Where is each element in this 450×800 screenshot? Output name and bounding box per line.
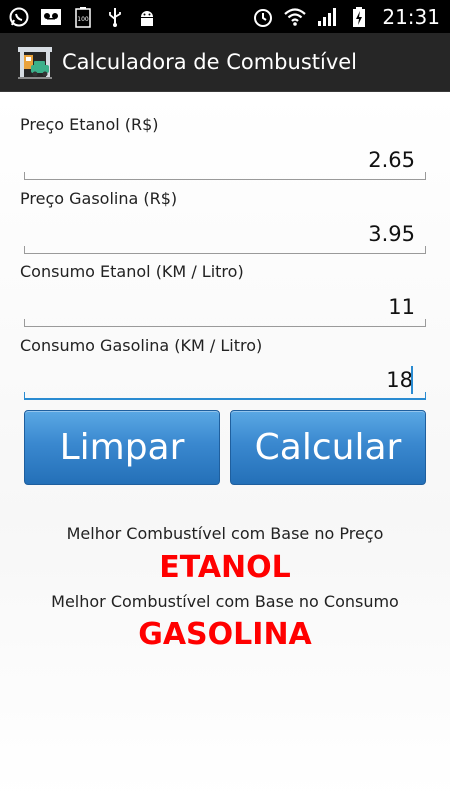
limpar-button[interactable]: Limpar: [24, 410, 220, 485]
gas-station-app-icon: [16, 43, 54, 81]
preco-etanol-underline: [24, 172, 426, 180]
usb-icon: [104, 6, 126, 28]
calcular-button[interactable]: Calcular: [230, 410, 426, 485]
status-clock: 21:31: [382, 4, 440, 29]
status-left-icons: 100: [8, 6, 158, 28]
consumo-result-value: GASOLINA: [138, 617, 312, 652]
preco-gasolina-underline: [24, 246, 426, 254]
android-debug-icon: [136, 6, 158, 28]
status-bar: 100 21:31: [0, 0, 450, 33]
signal-icon: [316, 6, 338, 28]
consumo-gasolina-underline: [24, 392, 426, 400]
consumo-result-label: Melhor Combustível com Base no Consumo: [51, 592, 399, 611]
app-title: Calculadora de Combustível: [62, 50, 358, 74]
preco-gasolina-input[interactable]: 3.95: [368, 222, 415, 246]
action-bar: Calculadora de Combustível: [0, 33, 450, 92]
consumo-etanol-label: Consumo Etanol (KM / Litro): [20, 262, 244, 281]
battery-100-icon: 100: [72, 6, 94, 28]
main-content: Preço Etanol (R$) 2.65 Preço Gasolina (R…: [0, 92, 450, 800]
preco-etanol-input[interactable]: 2.65: [368, 148, 415, 172]
preco-result-label: Melhor Combustível com Base no Preço: [66, 524, 384, 543]
text-cursor: [411, 366, 413, 394]
preco-etanol-label: Preço Etanol (R$): [20, 115, 159, 134]
svg-text:100: 100: [77, 16, 89, 23]
consumo-gasolina-label: Consumo Gasolina (KM / Litro): [20, 336, 263, 355]
voicemail-icon: [40, 6, 62, 28]
whatsapp-icon: [8, 6, 30, 28]
preco-gasolina-label: Preço Gasolina (R$): [20, 189, 178, 208]
wifi-icon: [284, 6, 307, 28]
consumo-gasolina-input[interactable]: 18: [386, 368, 413, 392]
battery-charging-icon: [348, 6, 370, 28]
preco-result-value: ETANOL: [159, 550, 291, 585]
consumo-etanol-input[interactable]: 11: [388, 295, 415, 319]
status-right-icons: 21:31: [252, 5, 440, 29]
alarm-icon: [252, 6, 274, 28]
consumo-etanol-underline: [24, 319, 426, 327]
